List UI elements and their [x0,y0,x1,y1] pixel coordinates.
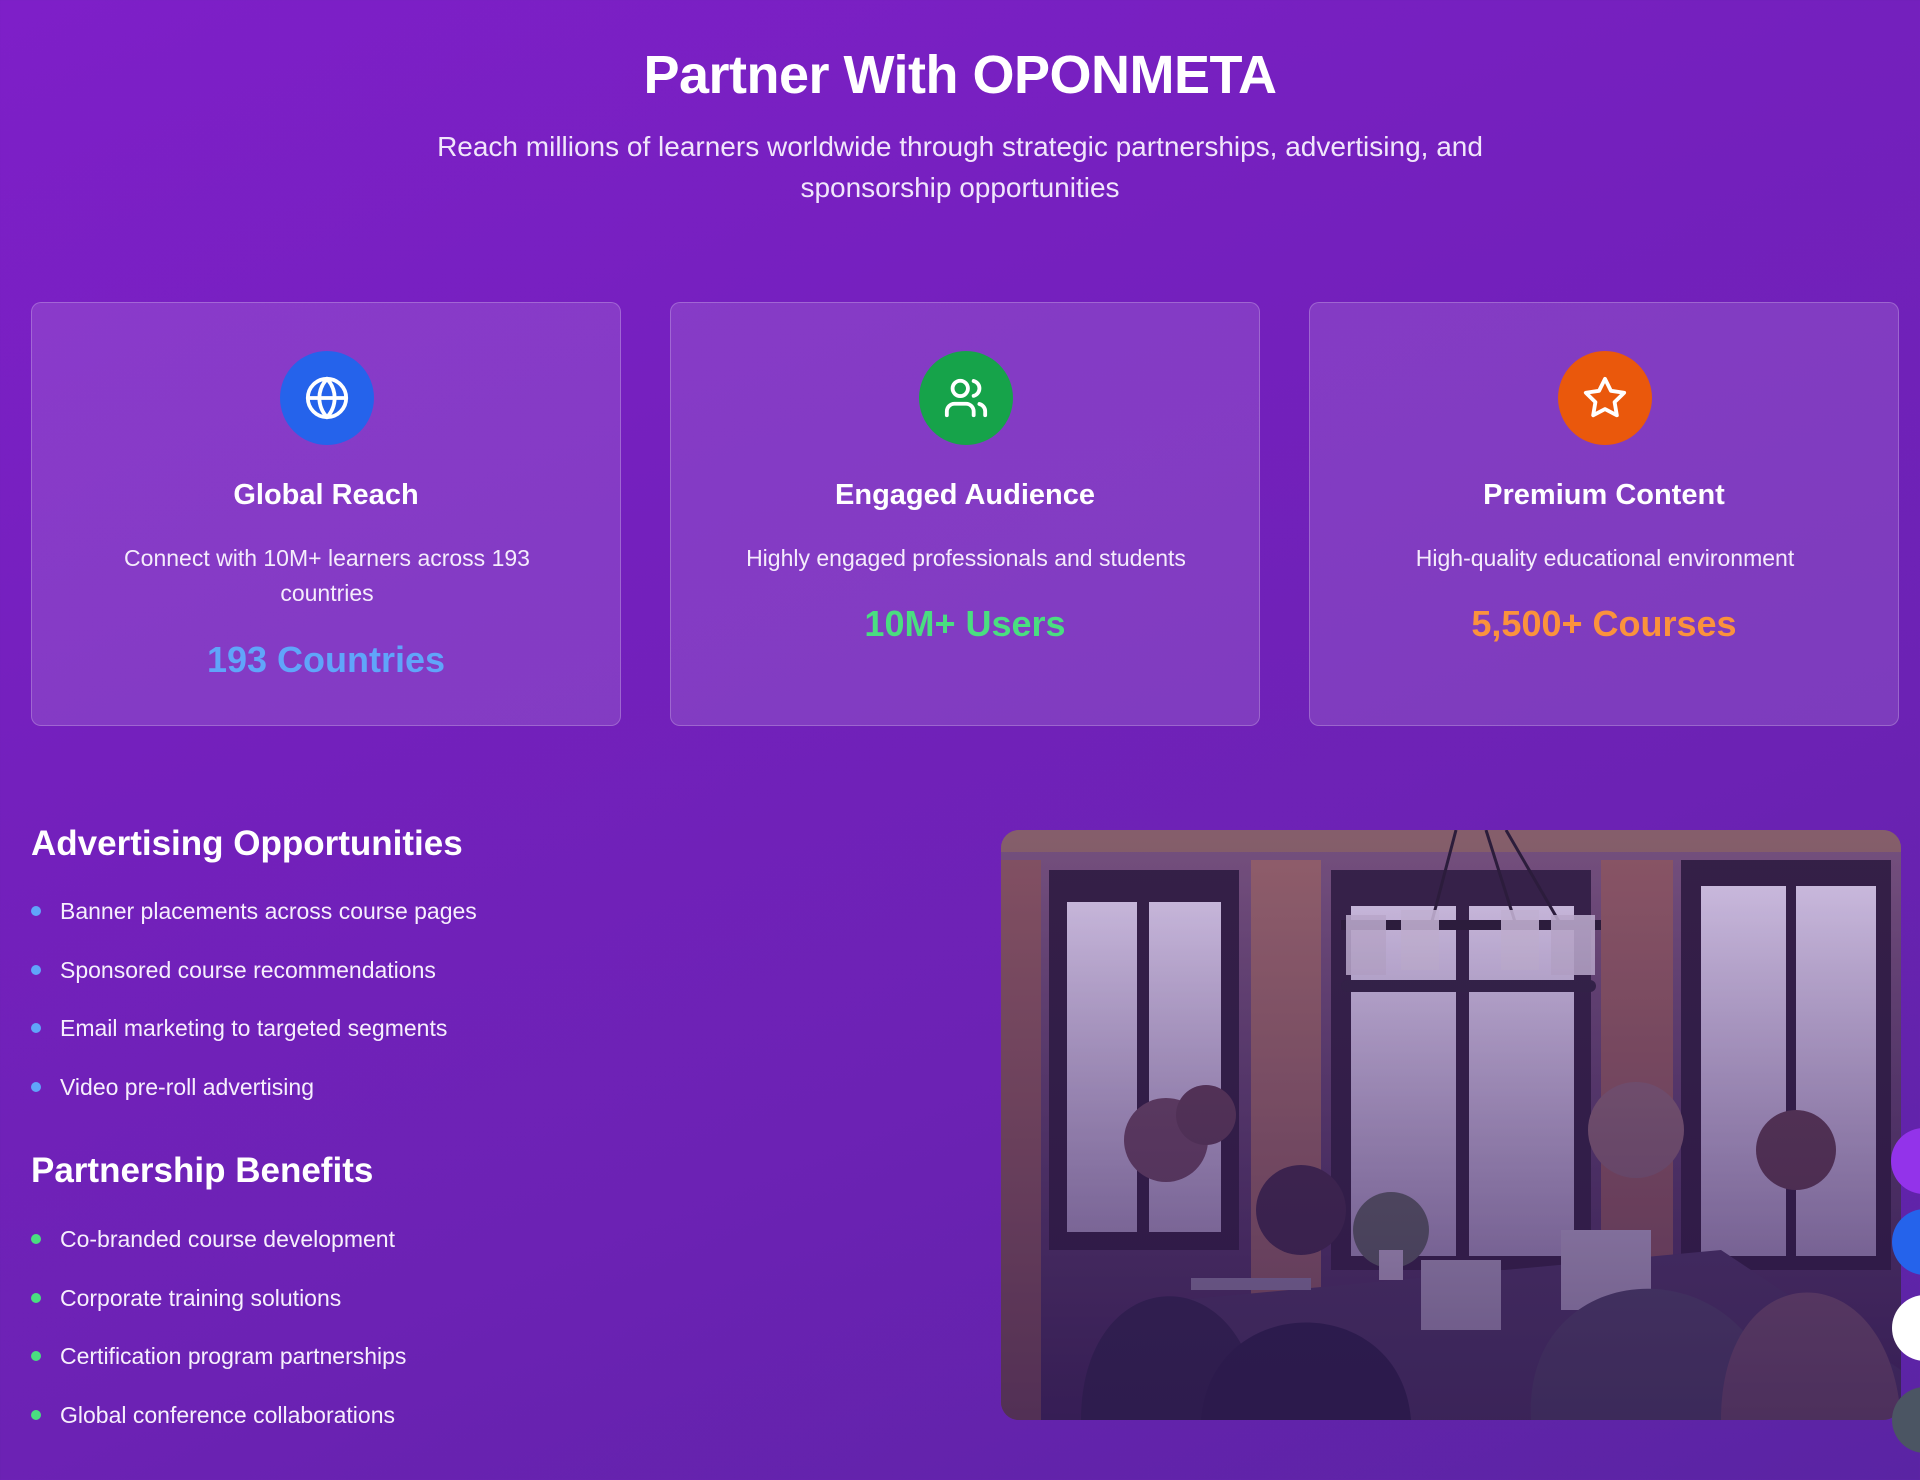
star-icon [1558,351,1652,445]
bullet-dot [31,1409,41,1420]
list-item: Banner placements across course pages [31,897,477,956]
bullet-dot [31,1292,41,1303]
bullet-dot [31,1234,41,1244]
list-item: Email marketing to targeted segments [31,1014,477,1073]
card-premium-content: Premium Content High-quality educational… [1309,302,1899,726]
advertising-heading: Advertising Opportunities [31,824,463,863]
page-subtitle: Reach millions of learners worldwide thr… [437,131,1483,203]
list-item: Global conference collaborations [31,1401,406,1460]
list-item: Co-branded course development [31,1225,406,1284]
card-title: Premium Content [1483,479,1725,511]
card-global-reach: Global Reach Connect with 10M+ learners … [31,302,621,726]
list-item: Video pre-roll advertising [31,1073,477,1132]
partnership-heading: Partnership Benefits [31,1151,374,1190]
list-item: Corporate training solutions [31,1284,406,1343]
list-item: Sponsored course recommendations [31,956,477,1015]
card-stat: 5,500+ Courses [1471,603,1737,644]
card-stat: 10M+ Users [864,603,1066,644]
partnership-list: Co-branded course development Corporate … [31,1225,406,1459]
card-description: High-quality educational environment [1415,545,1795,571]
bullet-dot [31,906,41,916]
list-item: Certification program partnerships [31,1342,406,1401]
card-description: Highly engaged professionals and student… [746,545,1186,571]
card-title: Engaged Audience [835,479,1095,511]
card-engaged-audience: Engaged Audience Highly engaged professi… [670,302,1260,726]
bullet-dot [31,1023,41,1033]
card-description: Connect with 10M+ learners across 193 co… [124,545,530,606]
advertising-list: Banner placements across course pages Sp… [31,897,477,1131]
globe-icon [280,351,374,445]
users-icon [919,351,1013,445]
page-title: Partner With OPONMETA [643,45,1277,105]
card-title: Global Reach [233,479,419,511]
team-meeting-photo [1001,830,1901,1420]
bullet-dot [31,964,41,975]
bullet-dot [31,1351,41,1361]
card-stat: 193 Countries [206,639,446,680]
bullet-dot [31,1081,41,1092]
